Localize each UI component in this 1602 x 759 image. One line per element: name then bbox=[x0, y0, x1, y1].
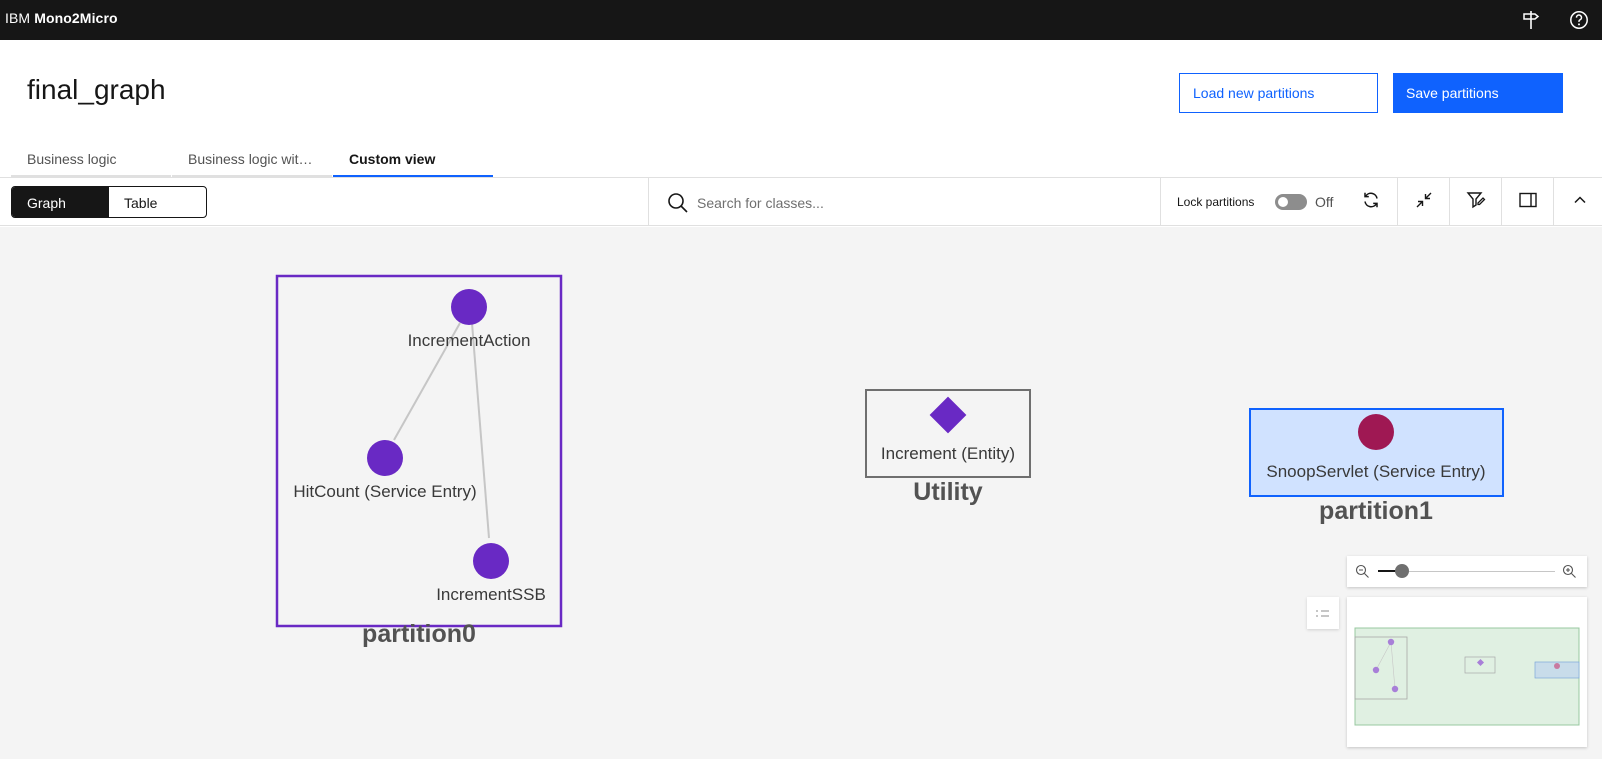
zoom-slider-handle[interactable] bbox=[1395, 564, 1409, 578]
servlet-node[interactable] bbox=[1358, 414, 1394, 450]
node-label: Increment (Entity) bbox=[881, 444, 1015, 463]
partition-label: Utility bbox=[913, 478, 983, 506]
brand-prefix: IBM bbox=[5, 10, 31, 26]
filter-edit-button[interactable] bbox=[1449, 178, 1501, 226]
zoom-control bbox=[1347, 556, 1587, 587]
partition-group-partition0[interactable]: IncrementAction HitCount (Service Entry)… bbox=[275, 274, 563, 648]
search-icon bbox=[667, 192, 689, 219]
save-partitions-button[interactable]: Save partitions bbox=[1393, 73, 1563, 113]
partition-group-utility[interactable]: Increment (Entity) Utility bbox=[865, 389, 1031, 506]
node-label: SnoopServlet (Service Entry) bbox=[1266, 462, 1485, 481]
chevron-up-icon bbox=[1572, 192, 1588, 213]
edge-incrementaction-incrementssb bbox=[471, 322, 490, 539]
collapse-icon bbox=[1414, 190, 1434, 215]
side-panel-button[interactable] bbox=[1501, 178, 1553, 226]
collapse-toolbar-button[interactable] bbox=[1553, 178, 1602, 226]
tab-business-logic-with[interactable]: Business logic wit… bbox=[172, 143, 332, 177]
lock-state-text: Off bbox=[1315, 194, 1334, 210]
page-title: final_graph bbox=[27, 74, 166, 105]
partition-group-partition1[interactable]: SnoopServlet (Service Entry) partition1 bbox=[1249, 408, 1504, 525]
class-search bbox=[648, 178, 1161, 226]
partition-box[interactable] bbox=[275, 274, 563, 628]
product-name[interactable]: IBM Mono2Micro bbox=[5, 10, 118, 26]
view-tabs: Business logic Business logic wit… Custo… bbox=[11, 143, 494, 177]
brand-name: Mono2Micro bbox=[34, 10, 118, 26]
lock-partitions-label: Lock partitions bbox=[1177, 195, 1255, 209]
zoom-in-icon[interactable] bbox=[1562, 564, 1577, 584]
legend-button[interactable] bbox=[1307, 597, 1339, 629]
load-new-partitions-button[interactable]: Load new partitions bbox=[1179, 73, 1378, 113]
graph-toolbar: Graph Table Lock partitions Off bbox=[0, 177, 1602, 226]
partition-label: partition0 bbox=[362, 620, 476, 648]
help-icon[interactable] bbox=[1563, 4, 1595, 36]
list-icon bbox=[1315, 607, 1331, 625]
graph-view-switch[interactable]: Graph bbox=[12, 187, 109, 217]
minimap-preview bbox=[1354, 627, 1580, 726]
tab-business-logic[interactable]: Business logic bbox=[11, 143, 171, 177]
node-label: IncrementSSB bbox=[436, 585, 546, 604]
signpost-icon[interactable] bbox=[1515, 4, 1547, 36]
graph-minimap[interactable] bbox=[1347, 597, 1587, 747]
class-node[interactable] bbox=[451, 289, 487, 325]
top-navigation-bar: IBM Mono2Micro bbox=[0, 0, 1602, 40]
side-panel-icon bbox=[1518, 190, 1538, 215]
search-input[interactable] bbox=[697, 192, 1137, 214]
lock-partitions-toggle[interactable] bbox=[1275, 194, 1307, 210]
entity-node[interactable] bbox=[929, 396, 967, 434]
refresh-icon bbox=[1361, 190, 1381, 215]
tab-custom-view[interactable]: Custom view bbox=[333, 143, 493, 177]
class-node[interactable] bbox=[367, 440, 403, 476]
node-label: IncrementAction bbox=[408, 331, 531, 350]
partition-label: partition1 bbox=[1319, 497, 1433, 525]
collapse-button[interactable] bbox=[1397, 178, 1449, 226]
table-view-switch[interactable]: Table bbox=[109, 187, 206, 217]
view-switcher: Graph Table bbox=[11, 186, 207, 218]
class-node[interactable] bbox=[473, 543, 509, 579]
filter-edit-icon bbox=[1466, 190, 1486, 215]
zoom-out-icon[interactable] bbox=[1355, 564, 1370, 584]
graph-canvas[interactable]: IncrementAction HitCount (Service Entry)… bbox=[0, 227, 1602, 759]
node-label: HitCount (Service Entry) bbox=[293, 482, 476, 501]
refresh-button[interactable] bbox=[1345, 178, 1397, 226]
